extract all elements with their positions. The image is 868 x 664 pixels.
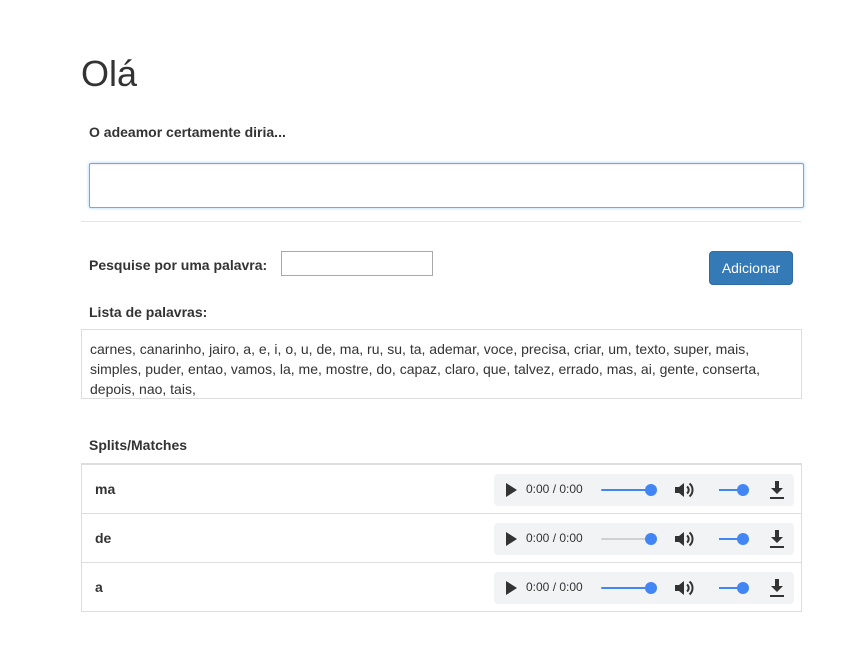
search-input[interactable] bbox=[281, 251, 433, 276]
volume-thumb[interactable] bbox=[737, 582, 749, 594]
audio-time: 0:00 / 0:00 bbox=[526, 531, 583, 545]
progress-thumb[interactable] bbox=[645, 533, 657, 545]
add-button[interactable]: Adicionar bbox=[709, 251, 793, 285]
play-icon[interactable] bbox=[506, 483, 517, 497]
play-icon[interactable] bbox=[506, 532, 517, 546]
volume-track[interactable] bbox=[719, 489, 739, 491]
progress-thumb[interactable] bbox=[645, 484, 657, 496]
volume-thumb[interactable] bbox=[737, 533, 749, 545]
table-row: de 0:00 / 0:00 bbox=[82, 513, 801, 562]
page-title: Olá bbox=[81, 53, 138, 94]
splits-table: ma 0:00 / 0:00 de 0:00 / 0:00 a 0:00 / 0… bbox=[81, 463, 802, 612]
volume-track[interactable] bbox=[719, 587, 739, 589]
split-word: ma bbox=[95, 481, 116, 497]
splits-label: Splits/Matches bbox=[89, 437, 188, 453]
split-word: a bbox=[95, 579, 103, 595]
audio-time: 0:00 / 0:00 bbox=[526, 482, 583, 496]
prompt-label: O adeamor certamente diria... bbox=[89, 124, 286, 140]
download-icon[interactable] bbox=[768, 529, 786, 549]
audio-player[interactable]: 0:00 / 0:00 bbox=[494, 474, 794, 506]
divider bbox=[81, 221, 801, 222]
volume-track[interactable] bbox=[719, 538, 739, 540]
table-row: a 0:00 / 0:00 bbox=[82, 562, 801, 611]
speaker-icon[interactable] bbox=[674, 481, 696, 499]
volume-thumb[interactable] bbox=[737, 484, 749, 496]
speaker-icon[interactable] bbox=[674, 579, 696, 597]
speaker-icon[interactable] bbox=[674, 530, 696, 548]
table-row: ma 0:00 / 0:00 bbox=[82, 465, 801, 513]
word-list-box: carnes, canarinho, jairo, a, e, i, o, u,… bbox=[81, 329, 802, 399]
audio-player[interactable]: 0:00 / 0:00 bbox=[494, 572, 794, 604]
download-icon[interactable] bbox=[768, 480, 786, 500]
audio-time: 0:00 / 0:00 bbox=[526, 580, 583, 594]
search-label: Pesquise por uma palavra: bbox=[89, 257, 268, 273]
play-icon[interactable] bbox=[506, 581, 517, 595]
split-word: de bbox=[95, 530, 112, 546]
audio-player[interactable]: 0:00 / 0:00 bbox=[494, 523, 794, 555]
word-list-label: Lista de palavras: bbox=[89, 304, 208, 320]
progress-thumb[interactable] bbox=[645, 582, 657, 594]
phrase-input[interactable] bbox=[89, 163, 804, 208]
download-icon[interactable] bbox=[768, 578, 786, 598]
